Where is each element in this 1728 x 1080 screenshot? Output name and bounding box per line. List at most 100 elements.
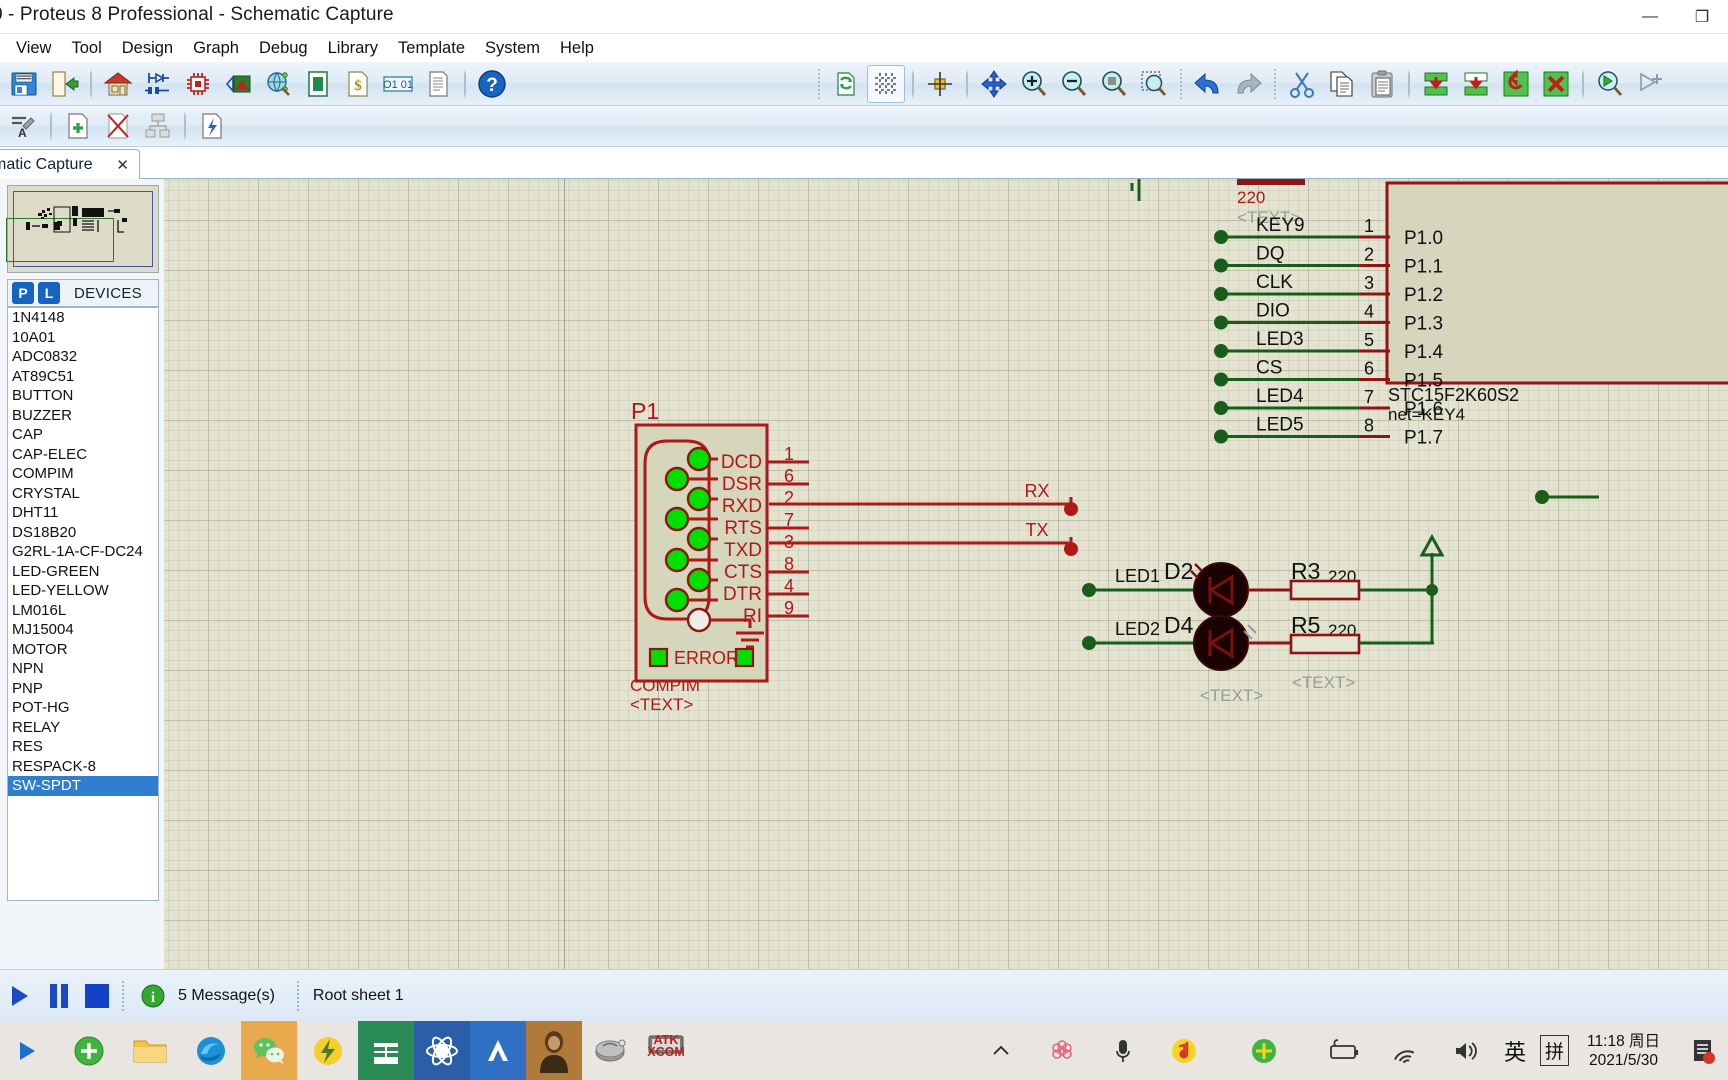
excel-icon[interactable]	[358, 1021, 414, 1080]
compim-component[interactable]: P1 DCD 1DSR 6RXD 2RTS 7TXDCTS 8DTR 4RI 9…	[630, 398, 809, 714]
devices-list[interactable]: 1N4148 10A01 ADC0832 AT89C51 BUTTON BUZZER CAP…	[7, 307, 159, 901]
device-list-item[interactable]: G2RL-1A-CF-DC24	[8, 542, 158, 562]
remove-sheet-icon[interactable]	[99, 107, 137, 145]
menu-system[interactable]: System	[475, 36, 550, 61]
green-plus-icon[interactable]	[65, 1027, 112, 1074]
source-code-icon[interactable]	[299, 65, 337, 103]
device-list-item[interactable]: ADC0832	[8, 347, 158, 367]
device-list-item[interactable]: RES	[8, 737, 158, 757]
info-icon[interactable]: i	[136, 979, 170, 1013]
ime-language-indicator[interactable]: 英	[1504, 1035, 1526, 1067]
atk-xcom-icon[interactable]: ATK XCOM	[638, 1021, 694, 1080]
report-icon[interactable]	[419, 65, 457, 103]
chevron-up-icon[interactable]	[977, 1027, 1024, 1074]
device-list-item[interactable]: PNP	[8, 679, 158, 699]
library-manager-button[interactable]: L	[38, 282, 60, 304]
maximize-button[interactable]: ❐	[1676, 0, 1728, 34]
edge-browser-icon[interactable]	[187, 1027, 234, 1074]
messages-count[interactable]: 5 Message(s)	[178, 987, 275, 1005]
r3-body[interactable]	[1289, 579, 1361, 601]
exit-module-icon[interactable]	[45, 65, 83, 103]
music-icon[interactable]	[1160, 1027, 1207, 1074]
menu-library[interactable]: Library	[318, 36, 388, 61]
device-list-item[interactable]: AT89C51	[8, 367, 158, 387]
device-list-item[interactable]: RELAY	[8, 718, 158, 738]
root-sheet-label[interactable]: Root sheet 1	[313, 987, 404, 1005]
volume-icon[interactable]	[1442, 1027, 1489, 1074]
device-list-item[interactable]: CAP-ELEC	[8, 445, 158, 465]
r5-body[interactable]	[1289, 633, 1361, 655]
device-list-item[interactable]: SW-SPDT	[8, 776, 158, 796]
zoom-to-area-icon[interactable]	[1135, 65, 1173, 103]
block-delete-icon[interactable]	[1537, 65, 1575, 103]
start-arrow-icon[interactable]	[4, 1027, 51, 1074]
d4-led-body[interactable]	[1193, 615, 1249, 671]
proteus-icon[interactable]	[414, 1021, 470, 1080]
pcb-layout-icon[interactable]	[179, 65, 217, 103]
battery-icon[interactable]	[1320, 1027, 1367, 1074]
redo-icon[interactable]	[1229, 65, 1267, 103]
overview-preview[interactable]	[6, 185, 159, 273]
pick-device-icon[interactable]	[1591, 65, 1629, 103]
block-rotate-icon[interactable]	[1497, 65, 1535, 103]
device-list-item[interactable]: LED-YELLOW	[8, 581, 158, 601]
d2-led-body[interactable]	[1193, 562, 1249, 618]
pause-icon[interactable]	[42, 979, 76, 1013]
menu-graph[interactable]: Graph	[183, 36, 249, 61]
zoom-out-icon[interactable]	[1055, 65, 1093, 103]
home-icon[interactable]	[99, 65, 137, 103]
save-icon[interactable]	[5, 65, 43, 103]
device-list-item[interactable]: DHT11	[8, 503, 158, 523]
electrical-report-icon[interactable]	[193, 107, 231, 145]
device-list-item[interactable]: BUZZER	[8, 406, 158, 426]
play-icon[interactable]	[4, 979, 38, 1013]
sheet-hierarchy-icon[interactable]	[139, 107, 177, 145]
toggle-grid-icon[interactable]	[867, 65, 905, 103]
schematic-canvas[interactable]: 220 <TEXT> KEY9 1 DQ 2 CLK 3 DIO 4 LED3 5 CS 6 LED4 7…	[164, 179, 1728, 969]
device-list-item[interactable]: MJ15004	[8, 620, 158, 640]
proteus-designer-icon[interactable]	[582, 1021, 638, 1080]
make-device-icon[interactable]	[1631, 65, 1669, 103]
wps-icon[interactable]	[1038, 1027, 1085, 1074]
file-explorer-icon[interactable]	[126, 1027, 173, 1074]
menu-template[interactable]: Template	[388, 36, 475, 61]
bill-of-materials-icon[interactable]: $	[339, 65, 377, 103]
game-icon[interactable]	[526, 1021, 582, 1080]
device-list-item[interactable]: RESPACK-8	[8, 757, 158, 777]
design-explorer-icon[interactable]	[259, 65, 297, 103]
device-list-item[interactable]: DS18B20	[8, 523, 158, 543]
keil-icon[interactable]	[470, 1021, 526, 1080]
wechat-icon[interactable]	[241, 1021, 297, 1080]
new-sheet-icon[interactable]	[59, 107, 97, 145]
close-icon[interactable]: ✕	[116, 156, 129, 174]
cut-icon[interactable]	[1283, 65, 1321, 103]
device-list-item[interactable]: BUTTON	[8, 386, 158, 406]
help-icon[interactable]: ?	[473, 65, 511, 103]
block-copy-icon[interactable]	[1417, 65, 1455, 103]
device-list-item[interactable]: 1N4148	[8, 308, 158, 328]
device-list-item[interactable]: 10A01	[8, 328, 158, 348]
device-list-item[interactable]: NPN	[8, 659, 158, 679]
pick-from-library-button[interactable]: P	[12, 282, 34, 304]
3d-visualizer-icon[interactable]	[219, 65, 257, 103]
wifi-icon[interactable]	[1381, 1027, 1428, 1074]
microphone-icon[interactable]	[1099, 1027, 1146, 1074]
refresh-icon[interactable]	[827, 65, 865, 103]
zoom-in-icon[interactable]	[1015, 65, 1053, 103]
menu-design[interactable]: Design	[112, 36, 183, 61]
notification-icon[interactable]	[1679, 1027, 1726, 1074]
stop-icon[interactable]	[80, 979, 114, 1013]
device-list-item[interactable]: MOTOR	[8, 640, 158, 660]
block-move-icon[interactable]	[1457, 65, 1495, 103]
green-shield-icon[interactable]	[1240, 1027, 1287, 1074]
undo-icon[interactable]	[1189, 65, 1227, 103]
taskbar-clock[interactable]: 11:18 周日 2021/5/30	[1587, 1032, 1660, 1070]
menu-view[interactable]: View	[6, 36, 61, 61]
device-list-item[interactable]: CRYSTAL	[8, 484, 158, 504]
ime-mode-indicator[interactable]: 拼	[1540, 1035, 1570, 1066]
device-list-item[interactable]: LED-GREEN	[8, 562, 158, 582]
device-list-item[interactable]: LM016L	[8, 601, 158, 621]
annotate-icon[interactable]: A	[5, 107, 43, 145]
firmware-icon[interactable]: O1 01	[379, 65, 417, 103]
tab-schematic-capture[interactable]: matic Capture ✕	[0, 149, 140, 179]
